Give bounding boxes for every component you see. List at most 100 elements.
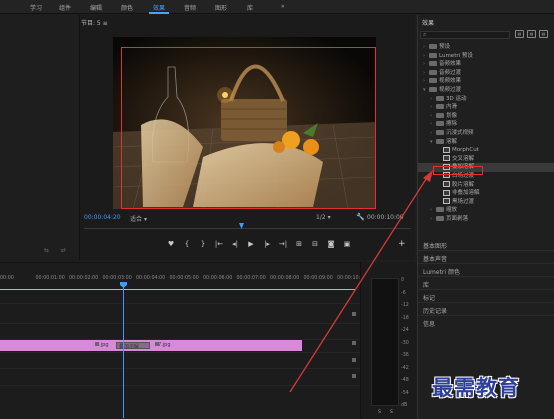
meter-tick-label: -42 <box>401 365 409 371</box>
camera-icon[interactable]: ◙ <box>323 240 339 248</box>
track-divider <box>0 323 360 324</box>
monitor-scrub-bar[interactable] <box>84 223 411 230</box>
wrench-icon[interactable]: 🔧 <box>356 213 365 221</box>
workspace-tab-libraries[interactable]: 库 <box>247 3 253 12</box>
track-end-marker <box>352 358 356 362</box>
effects-tree-label: 非叠加溶解 <box>452 190 480 197</box>
effects-tree-item[interactable]: 非叠加溶解 <box>418 189 554 198</box>
workspace-tab-graphics[interactable]: 图形 <box>215 3 227 12</box>
fx-badge-icon <box>155 342 159 346</box>
effects-tree-item[interactable]: › 视频效果 <box>418 77 554 86</box>
panel-markers[interactable]: 标记 <box>423 293 435 302</box>
ruler-tick-label: 00:00:03:00 <box>102 276 132 281</box>
ruler-tick-label: 00:00:05:00 <box>169 276 199 281</box>
effects-tree-item[interactable]: 胶片溶解 <box>418 181 554 190</box>
play-icon[interactable]: ▶ <box>243 240 259 248</box>
effects-tree-item[interactable]: ▾ 溶解 <box>418 138 554 147</box>
divider <box>418 276 554 277</box>
meter-channel <box>371 278 399 406</box>
workspace-overflow-button[interactable]: » <box>281 3 285 10</box>
track-divider <box>0 368 360 369</box>
comparison-view-icon[interactable]: ▣ <box>339 240 355 248</box>
meter-tick-label: -30 <box>401 340 409 346</box>
folder-icon <box>436 138 444 144</box>
effects-tree-item[interactable]: › 3D 运动 <box>418 95 554 104</box>
workspace-tab-effects[interactable]: 效果 <box>153 3 165 12</box>
effects-tree-item[interactable]: › 预设 <box>418 43 554 52</box>
effects-tree-item[interactable]: ▾ 视频过渡 <box>418 86 554 95</box>
effects-tree-item[interactable]: MorphCut <box>418 146 554 155</box>
highlight-frame <box>121 47 376 209</box>
effects-tree-label: 擦除 <box>446 121 458 128</box>
workspace-tab-editing[interactable]: 编辑 <box>90 3 102 12</box>
workspace-tab-audio[interactable]: 音频 <box>184 3 196 12</box>
timeline-panel: 00:00 00:00:01:00 00:00:02:00 00:00:03:00 00… <box>0 262 400 419</box>
work-area-bar[interactable] <box>0 289 355 290</box>
effects-tree-item[interactable]: › 音频过渡 <box>418 69 554 78</box>
workspace-tab-learn[interactable]: 学习 <box>30 3 42 12</box>
divider <box>418 250 554 251</box>
effects-tree-item[interactable]: › 缩放 <box>418 206 554 215</box>
zoom-fit-dropdown[interactable]: 适合 ▾ <box>130 214 147 223</box>
fx-badge-icon <box>95 342 99 346</box>
mark-out-icon[interactable]: } <box>195 240 211 248</box>
effects-panel-title[interactable]: 效果 <box>422 18 434 27</box>
panel-essential-sound[interactable]: 基本声音 <box>423 254 447 263</box>
add-button-icon[interactable]: + <box>398 239 406 249</box>
transition-block[interactable]: 叠加溶解 <box>116 342 150 350</box>
track-divider <box>0 352 360 353</box>
panel-footer-icons[interactable]: ⇆ ⇄ <box>44 247 71 254</box>
program-monitor: 节目: 5 ≡ 00:00:04:20 适合 ▾ 1/2 ▾ 🔧 00:00:1… <box>80 15 415 260</box>
current-timecode[interactable]: 00:00:04:20 <box>84 214 121 221</box>
solo-right-button[interactable]: S <box>390 410 393 415</box>
add-marker-icon[interactable]: ♥ <box>163 240 179 248</box>
workspace-tab-color[interactable]: 颜色 <box>121 3 133 12</box>
32bit-effects-icon[interactable]: ▤ <box>527 30 536 38</box>
transition-effect-icon <box>443 181 450 187</box>
duration-timecode: 00:00:10:00 <box>367 214 404 221</box>
step-forward-icon[interactable]: |▸ <box>259 240 275 248</box>
go-to-in-icon[interactable]: |← <box>211 240 227 248</box>
effects-tree-item[interactable]: › 划像 <box>418 112 554 121</box>
effects-tree-item[interactable]: › 擦除 <box>418 120 554 129</box>
effects-tree-item[interactable]: 黑场过渡 <box>418 198 554 207</box>
effects-tree-item[interactable]: › 沉浸式视频 <box>418 129 554 138</box>
effects-tree-label: 3D 运动 <box>446 95 467 102</box>
panel-info[interactable]: 信息 <box>423 319 435 328</box>
accelerated-effects-icon[interactable]: ▤ <box>515 30 524 38</box>
yuv-effects-icon[interactable]: ▤ <box>539 30 548 38</box>
chevron-down-icon: ▾ <box>327 214 331 221</box>
effects-tree-item[interactable]: › 页面剥落 <box>418 215 554 224</box>
panel-history[interactable]: 历史记录 <box>423 306 447 315</box>
panel-lumetri-color[interactable]: Lumetri 颜色 <box>423 267 460 276</box>
panel-essential-graphics[interactable]: 基本图形 <box>423 241 447 250</box>
effects-search-input[interactable]: ⌕ <box>420 31 510 39</box>
program-monitor-title[interactable]: 节目: 5 ≡ <box>81 18 108 27</box>
solo-left-button[interactable]: S <box>378 410 381 415</box>
effects-panel: 效果 ⌕ ▤ ▤ ▤ › 预设 › Lumetri 预设 › 音频效果 › 音频过渡 › 视频效果… <box>417 15 554 237</box>
meter-tick-label: -54 <box>401 390 409 396</box>
effects-tree-label: 划像 <box>446 112 458 119</box>
go-to-out-icon[interactable]: →| <box>275 240 291 248</box>
effects-tree-item[interactable]: 交叉溶解 <box>418 155 554 164</box>
divider <box>418 263 554 264</box>
lift-icon[interactable]: ⊞ <box>291 240 307 248</box>
effects-tree-label: 视频过渡 <box>439 86 462 93</box>
fit-label: 适合 <box>130 216 143 223</box>
step-back-icon[interactable]: ◂| <box>227 240 243 248</box>
effects-tree-item[interactable]: › 音频效果 <box>418 60 554 69</box>
effects-tree-item[interactable]: › 内滑 <box>418 103 554 112</box>
track-end-marker <box>352 374 356 378</box>
video-clip-track[interactable]: 1.jpg 叠加溶解 7.jpg <box>0 340 302 351</box>
panel-libraries[interactable]: 库 <box>423 280 429 289</box>
workspace-tab-assembly[interactable]: 组件 <box>59 3 71 12</box>
resolution-dropdown[interactable]: 1/2 ▾ <box>316 214 331 221</box>
extract-icon[interactable]: ⊟ <box>307 240 323 248</box>
effects-tree-item[interactable]: › Lumetri 预设 <box>418 52 554 61</box>
transition-effect-icon <box>443 155 450 162</box>
meter-tick-label: 0 <box>401 278 405 283</box>
meter-tick-label: dB <box>401 403 408 408</box>
mark-in-icon[interactable]: { <box>179 240 195 248</box>
divider <box>418 289 554 290</box>
chevron-down-icon: ▾ <box>143 216 147 223</box>
